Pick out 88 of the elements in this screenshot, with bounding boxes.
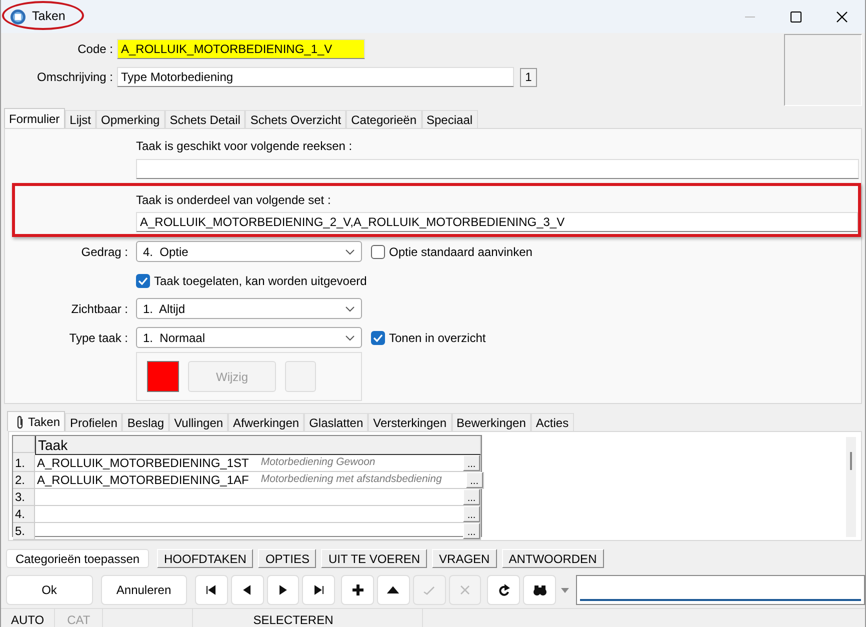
dropdown-arrow-icon[interactable] (561, 588, 569, 592)
tab[interactable]: Versterkingen (368, 413, 452, 431)
tab[interactable]: Speciaal (422, 110, 478, 128)
counter: 1 (520, 68, 537, 86)
row-number: 1. (13, 455, 35, 472)
action-button[interactable]: OPTIES (258, 549, 316, 568)
search-field[interactable] (576, 575, 866, 605)
tab[interactable]: Beslag (122, 413, 170, 431)
row-number: 4. (13, 506, 35, 523)
plus-icon (350, 583, 365, 597)
tab[interactable]: Categorieën (346, 110, 422, 128)
field-label: Gedrag : (80, 244, 129, 260)
action-button[interactable]: ANTWOORDEN (502, 549, 604, 568)
status-text: AUTO (1, 609, 56, 627)
chevron-icon (345, 248, 355, 254)
checkbox[interactable]: Optie standaard aanvinken (371, 242, 532, 260)
checkbox[interactable]: Taak toegelaten, kan worden uitgevoerd (136, 272, 367, 290)
dropdown[interactable]: 4. Optie (136, 241, 362, 262)
chevron-icon (345, 334, 355, 340)
ellipsis-button[interactable]: ... (463, 489, 480, 505)
toolbar-button[interactable] (195, 575, 228, 605)
column-header: Taak (35, 436, 481, 455)
ellipsis-button[interactable]: ... (463, 506, 480, 522)
table-cell-text: Motorbediening Gewoon (260, 455, 376, 470)
tab[interactable]: Bewerkingen (452, 413, 531, 431)
toolbar-button[interactable] (523, 575, 556, 605)
action-button[interactable]: UIT TE VOEREN (321, 549, 428, 568)
toolbar-button[interactable] (230, 575, 264, 605)
dropdown[interactable]: 1. Altijd (136, 298, 362, 319)
binoculars-icon (532, 583, 547, 597)
window-title: Taken (32, 8, 66, 26)
tab[interactable]: Schets Overzicht (245, 110, 346, 128)
tab[interactable]: Opmerking (96, 110, 165, 128)
ellipsis-button[interactable]: ... (466, 472, 483, 488)
app-icon (10, 8, 26, 24)
dropdown[interactable]: 1. Normaal (136, 327, 362, 348)
table-cell-text: Motorbediening met afstandsbediening (260, 472, 442, 488)
row-number: 3. (13, 489, 35, 506)
tab[interactable]: Formulier (4, 108, 65, 128)
table-cell-text: A_ROLLUIK_MOTORBEDIENING_1AF (37, 472, 249, 489)
dialog-button[interactable]: Ok (6, 575, 93, 605)
refresh-icon (496, 583, 511, 597)
tab[interactable]: Profielen (65, 413, 122, 431)
field-label: Taak is onderdeel van volgende set : (136, 192, 332, 209)
dialog-button[interactable]: Annuleren (100, 575, 188, 605)
corner-cell (13, 436, 35, 453)
tab[interactable]: Acties (530, 413, 574, 431)
toolbar-button[interactable] (302, 575, 336, 605)
checkbox[interactable]: Tonen in overzicht (371, 328, 486, 346)
toolbar-button[interactable] (487, 575, 520, 605)
status-text: CAT (55, 609, 104, 627)
tab[interactable]: Glaslatten (304, 413, 368, 431)
field-label: Type taak : (68, 330, 129, 346)
row-number: 5. (13, 523, 35, 540)
scrollbar[interactable] (846, 437, 856, 537)
field-label: Taak is geschikt voor volgende reeksen : (136, 138, 354, 155)
description-field[interactable]: Type Motorbediening (117, 67, 514, 87)
ellipsis-button[interactable]: ... (463, 455, 480, 471)
set-field[interactable]: A_ROLLUIK_MOTORBEDIENING_2_V,A_ROLLUIK_MOTORBEDIENING_3_V (136, 212, 858, 232)
checkmark-icon (373, 334, 383, 342)
field-label: Omschrijving : (36, 69, 114, 86)
tab[interactable]: Schets Detail (164, 110, 246, 128)
maximize-icon[interactable] (790, 10, 802, 22)
tab[interactable]: Taken (7, 411, 66, 431)
paperclip-icon (16, 414, 25, 428)
first-icon (204, 583, 218, 597)
last-icon (312, 583, 326, 597)
tab[interactable]: Vullingen (169, 413, 228, 431)
tab[interactable]: Lijst (64, 110, 96, 128)
field-label: Code : (76, 41, 114, 58)
field-label: Zichtbaar : (70, 300, 129, 318)
action-button[interactable]: HOOFDTAKEN (157, 549, 254, 568)
row-number: 2. (13, 472, 35, 489)
tab[interactable]: Afwerkingen (228, 413, 304, 431)
toolbar-button[interactable] (341, 575, 374, 605)
action-button[interactable]: Categorieën toepassen (6, 549, 149, 568)
toolbar-button[interactable] (266, 575, 300, 605)
toolbar-button[interactable] (377, 575, 410, 605)
status-text: SELECTEREN (193, 609, 424, 627)
code-field[interactable]: A_ROLLUIK_MOTORBEDIENING_1_V (117, 39, 365, 59)
action-button[interactable]: VRAGEN (432, 549, 497, 568)
reeksen-field[interactable] (136, 159, 859, 179)
cross-icon (458, 583, 472, 597)
table-cell-text: A_ROLLUIK_MOTORBEDIENING_1ST (37, 455, 249, 472)
close-icon[interactable] (836, 10, 848, 22)
chevron-icon (345, 306, 355, 312)
ellipsis-button[interactable]: ... (463, 523, 480, 539)
checkmark-icon (138, 277, 148, 285)
